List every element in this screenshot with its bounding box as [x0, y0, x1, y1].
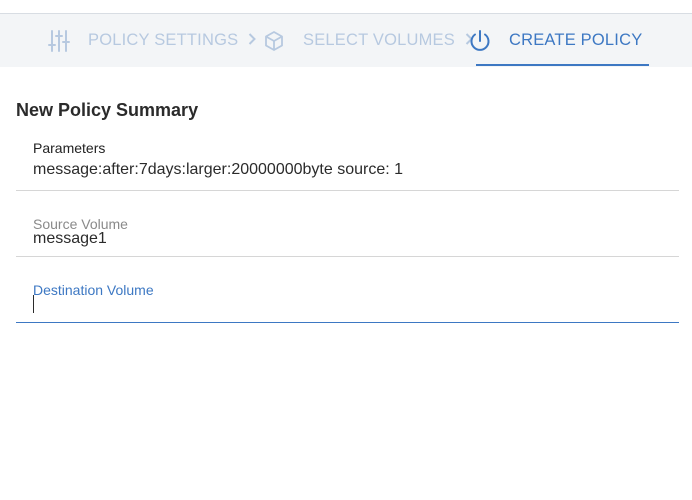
cube-icon [263, 30, 285, 52]
source-volume-field: Source Volume message1 [16, 214, 679, 257]
step-label: CREATE POLICY [509, 31, 643, 49]
step-label: POLICY SETTINGS [88, 31, 239, 49]
sliders-icon [48, 29, 70, 53]
divider [16, 190, 679, 191]
source-volume-value: message1 [33, 230, 107, 247]
active-step-indicator [476, 64, 649, 66]
chevron-right-icon [248, 32, 257, 50]
divider [16, 256, 679, 257]
destination-volume-input[interactable] [33, 295, 663, 315]
step-label: SELECT VOLUMES [303, 31, 455, 49]
step-select-volumes[interactable]: SELECT VOLUMES [263, 14, 473, 67]
step-policy-settings[interactable]: POLICY SETTINGS [48, 14, 257, 67]
parameters-value: message:after:7days:larger:20000000byte … [33, 161, 404, 178]
destination-volume-field[interactable]: Destination Volume [16, 281, 679, 323]
summary-title: New Policy Summary [16, 100, 199, 120]
policy-stepper: POLICY SETTINGS SELECT VOLUMES CREATE PO… [0, 14, 692, 67]
parameters-field: Parameters message:after:7days:larger:20… [16, 138, 679, 191]
power-icon [468, 29, 492, 53]
text-cursor [33, 295, 34, 313]
focused-underline [16, 322, 679, 323]
parameters-label: Parameters [33, 140, 106, 156]
step-create-policy[interactable]: CREATE POLICY [468, 14, 642, 67]
